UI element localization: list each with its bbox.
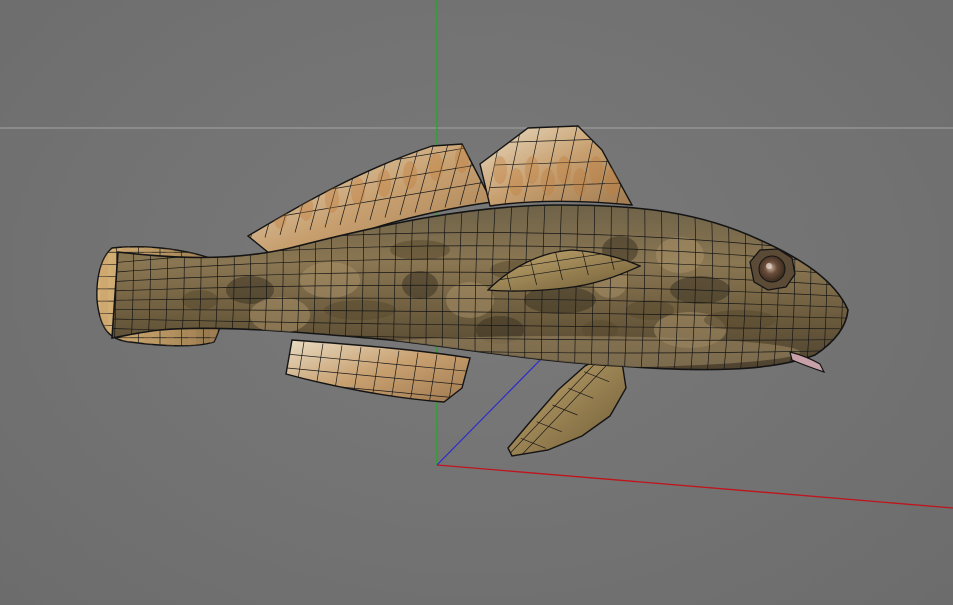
x-axis-line: [436, 464, 953, 509]
fish-eye-icon: [749, 248, 796, 291]
fish-body: [111, 204, 849, 371]
3d-viewport[interactable]: [0, 0, 953, 605]
scene-canvas[interactable]: [0, 0, 953, 605]
fish-model[interactable]: [95, 90, 860, 465]
pelvic-fin: [507, 357, 627, 457]
second-dorsal-fin: [479, 125, 634, 207]
anal-fin: [285, 339, 471, 403]
anal-fin-shape: [285, 339, 471, 403]
